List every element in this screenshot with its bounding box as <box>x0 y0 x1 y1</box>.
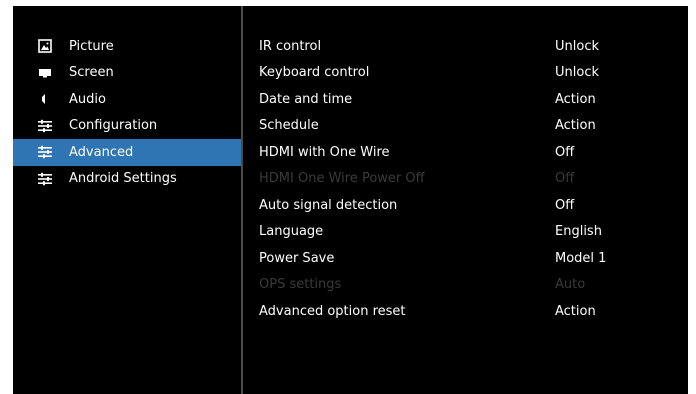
setting-row-schedule[interactable]: Schedule Action <box>246 113 676 140</box>
setting-value: Action <box>555 118 596 134</box>
setting-value: Unlock <box>555 38 599 54</box>
setting-label: Schedule <box>259 118 319 134</box>
setting-row-hdmi-one-wire-power-off: HDMI One Wire Power Off Off <box>246 166 676 193</box>
sidebar-item-screen[interactable]: Screen <box>13 60 241 87</box>
picture-icon <box>38 39 52 54</box>
setting-row-auto-signal-detection[interactable]: Auto signal detection Off <box>246 192 676 219</box>
sliders-icon <box>38 119 52 133</box>
setting-row-date-and-time[interactable]: Date and time Action <box>246 86 676 113</box>
setting-label: Auto signal detection <box>259 197 398 213</box>
setting-row-keyboard-control[interactable]: Keyboard control Unlock <box>246 60 676 87</box>
sidebar-item-advanced[interactable]: Advanced <box>13 139 241 166</box>
setting-label: HDMI with One Wire <box>259 144 390 160</box>
settings-panel: IR control Unlock Keyboard control Unloc… <box>246 33 676 325</box>
sidebar-item-label: Android Settings <box>69 171 177 187</box>
sliders-icon <box>38 145 52 159</box>
setting-value: Action <box>555 303 596 319</box>
setting-value: Off <box>555 144 575 160</box>
setting-label: Date and time <box>259 91 353 107</box>
setting-label: Advanced option reset <box>259 303 406 319</box>
setting-row-language[interactable]: Language English <box>246 219 676 246</box>
setting-value: Action <box>555 91 596 107</box>
sidebar-item-label: Audio <box>69 91 106 107</box>
sidebar-item-picture[interactable]: Picture <box>13 33 241 60</box>
screen-icon <box>38 66 52 80</box>
setting-row-hdmi-with-one-wire[interactable]: HDMI with One Wire Off <box>246 139 676 166</box>
setting-value: Model 1 <box>555 250 607 266</box>
sliders-icon <box>38 172 52 186</box>
setting-label: IR control <box>259 38 322 54</box>
sidebar-item-label: Advanced <box>69 144 134 160</box>
setting-row-advanced-option-reset[interactable]: Advanced option reset Action <box>246 298 676 325</box>
speaker-icon <box>38 92 52 106</box>
sidebar-item-label: Configuration <box>69 118 158 134</box>
sidebar-item-label: Picture <box>69 38 114 54</box>
setting-row-ops-settings: OPS settings Auto <box>246 272 676 299</box>
sidebar-item-android-settings[interactable]: Android Settings <box>13 166 241 193</box>
sidebar-item-configuration[interactable]: Configuration <box>13 113 241 140</box>
setting-label: Language <box>259 224 324 240</box>
setting-value: Unlock <box>555 65 599 81</box>
setting-label: Power Save <box>259 250 335 266</box>
setting-value: Off <box>555 171 575 187</box>
setting-row-ir-control[interactable]: IR control Unlock <box>246 33 676 60</box>
sidebar-item-audio[interactable]: Audio <box>13 86 241 113</box>
sidebar-item-label: Screen <box>69 65 114 81</box>
setting-row-power-save[interactable]: Power Save Model 1 <box>246 245 676 272</box>
setting-label: OPS settings <box>259 277 342 293</box>
menu-divider <box>241 6 243 394</box>
setting-value: Auto <box>555 277 586 293</box>
setting-label: HDMI One Wire Power Off <box>259 171 425 187</box>
setting-value: Off <box>555 197 575 213</box>
sidebar-menu: Picture Screen Audio Configuration Advan… <box>13 33 241 192</box>
setting-value: English <box>555 224 602 240</box>
setting-label: Keyboard control <box>259 65 370 81</box>
